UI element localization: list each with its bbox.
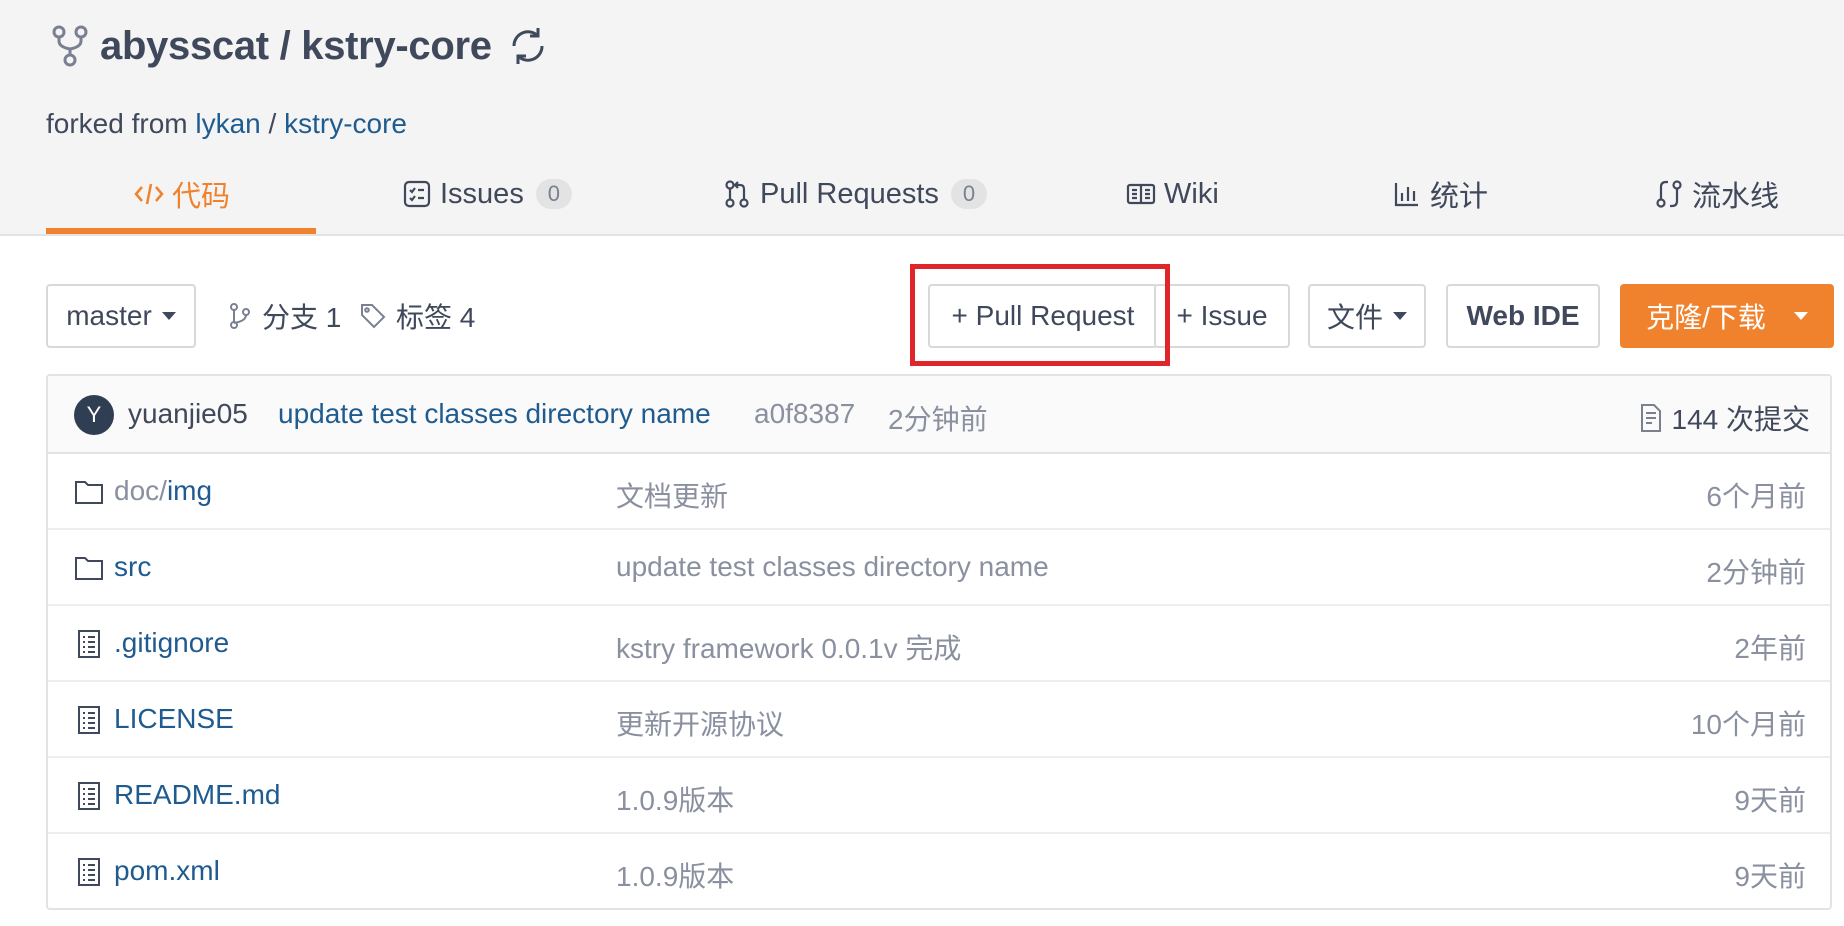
commit-author[interactable]: yuanjie05 — [128, 398, 248, 430]
repo-tabs: 代码 Issues 0 Pull Requests 0 Wiki 统计 流水线 — [46, 160, 1836, 236]
file-name-text: img — [166, 475, 213, 506]
tab-issues[interactable]: Issues 0 — [402, 170, 572, 218]
code-icon — [134, 179, 164, 209]
file-icon — [78, 858, 100, 886]
tags-link[interactable]: 标签 4 — [360, 284, 475, 348]
tags-label: 标签 4 — [396, 302, 476, 333]
forked-repo-link[interactable]: kstry-core — [284, 108, 407, 139]
sync-icon[interactable] — [506, 24, 550, 68]
file-row[interactable]: README.md 1.0.9版本 9天前 — [48, 758, 1830, 834]
branch-select[interactable]: master — [46, 284, 196, 348]
file-name[interactable]: src — [114, 551, 151, 583]
file-name[interactable]: .gitignore — [114, 627, 229, 659]
chevron-down-icon — [1793, 312, 1808, 320]
file-menu-label: 文件 — [1326, 302, 1383, 333]
commits-icon — [1640, 404, 1661, 432]
file-updated-time: 2分钟前 — [1706, 557, 1806, 588]
web-ide-label: Web IDE — [1466, 300, 1580, 331]
pipeline-icon — [1654, 179, 1684, 209]
file-menu-button[interactable]: 文件 — [1308, 284, 1426, 348]
file-commit-message[interactable]: kstry framework 0.0.1v 完成 — [616, 627, 961, 667]
repo-title: abysscat / kstry-core — [50, 18, 550, 74]
last-commit-bar: Y yuanjie05 update test classes director… — [48, 376, 1830, 454]
tab-stats[interactable]: 统计 — [1392, 170, 1488, 218]
branch-select-value: master — [66, 300, 152, 331]
pull-request-icon — [722, 179, 752, 209]
file-name[interactable]: doc/img — [114, 475, 212, 507]
file-commit-message[interactable]: 更新开源协议 — [616, 703, 784, 743]
file-updated-time: 9天前 — [1734, 785, 1806, 816]
repo-full-name[interactable]: abysscat / kstry-core — [100, 24, 492, 69]
file-path-prefix: doc/ — [114, 475, 167, 506]
forked-separator: / — [268, 108, 277, 139]
file-icon — [78, 630, 100, 658]
folder-icon — [75, 557, 103, 580]
file-row[interactable]: .gitignore kstry framework 0.0.1v 完成 2年前 — [48, 606, 1830, 682]
active-tab-underline — [46, 228, 316, 234]
file-updated-time: 9天前 — [1734, 861, 1806, 892]
commit-count-label: 144 次提交 — [1671, 404, 1811, 435]
branches-label: 分支 1 — [262, 302, 342, 333]
file-icon — [78, 782, 100, 810]
tab-issues-label: Issues — [440, 177, 524, 210]
file-commit-message[interactable]: 1.0.9版本 — [616, 779, 734, 819]
tag-icon — [361, 304, 386, 329]
file-updated-time: 10个月前 — [1690, 709, 1806, 740]
file-updated-time: 6个月前 — [1706, 481, 1806, 512]
file-name[interactable]: README.md — [114, 779, 280, 811]
file-list: Y yuanjie05 update test classes director… — [46, 374, 1832, 910]
commit-time: 2分钟前 — [888, 404, 988, 435]
commit-sha[interactable]: a0f8387 — [754, 398, 855, 430]
issues-icon — [402, 179, 432, 209]
clone-download-button[interactable]: 克隆/下载 — [1620, 284, 1834, 348]
branches-link[interactable]: 分支 1 — [228, 284, 341, 348]
file-row[interactable]: src update test classes directory name 2… — [48, 530, 1830, 606]
forked-owner-link[interactable]: lykan — [195, 108, 260, 139]
file-row[interactable]: pom.xml 1.0.9版本 9天前 — [48, 834, 1830, 910]
web-ide-button[interactable]: Web IDE — [1446, 284, 1600, 348]
fork-icon — [50, 24, 90, 68]
file-icon — [78, 706, 100, 734]
file-name[interactable]: pom.xml — [114, 855, 220, 887]
tab-stats-label: 统计 — [1430, 181, 1489, 213]
file-commit-message[interactable]: update test classes directory name — [616, 551, 1049, 583]
forked-prefix: forked from — [46, 108, 188, 139]
new-issue-label: + Issue — [1176, 300, 1268, 331]
bar-chart-icon — [1392, 179, 1422, 209]
tab-pull-requests-label: Pull Requests — [760, 177, 939, 210]
file-updated-time: 2年前 — [1734, 633, 1806, 664]
branch-icon — [230, 303, 250, 329]
chevron-down-icon — [1393, 312, 1407, 320]
highlight-annotation-box — [910, 264, 1170, 366]
file-commit-message[interactable]: 1.0.9版本 — [616, 855, 734, 895]
folder-icon — [75, 481, 103, 504]
chevron-down-icon — [161, 312, 176, 320]
tab-wiki-label: Wiki — [1164, 177, 1219, 210]
tab-wiki[interactable]: Wiki — [1126, 170, 1219, 218]
clone-download-label: 克隆/下载 — [1646, 302, 1766, 333]
commit-message[interactable]: update test classes directory name — [278, 398, 711, 430]
book-icon — [1126, 179, 1156, 209]
file-row[interactable]: doc/img 文档更新 6个月前 — [48, 454, 1830, 530]
pull-requests-count-badge: 0 — [950, 179, 987, 209]
commit-count-link[interactable]: 144 次提交 — [1638, 398, 1811, 438]
forked-from: forked from lykan / kstry-core — [46, 108, 407, 140]
new-issue-button[interactable]: + Issue — [1154, 284, 1290, 348]
tab-pipeline-label: 流水线 — [1692, 181, 1780, 213]
file-name[interactable]: LICENSE — [114, 703, 234, 735]
repo-header: abysscat / kstry-core forked from lykan … — [0, 0, 1844, 236]
file-commit-message[interactable]: 文档更新 — [616, 475, 728, 515]
file-row[interactable]: LICENSE 更新开源协议 10个月前 — [48, 682, 1830, 758]
tab-code-label: 代码 — [172, 181, 231, 213]
tab-pipeline[interactable]: 流水线 — [1654, 170, 1779, 218]
tab-code[interactable]: 代码 — [134, 170, 230, 218]
avatar[interactable]: Y — [74, 395, 114, 435]
issues-count-badge: 0 — [535, 179, 572, 209]
tab-pull-requests[interactable]: Pull Requests 0 — [722, 170, 987, 218]
